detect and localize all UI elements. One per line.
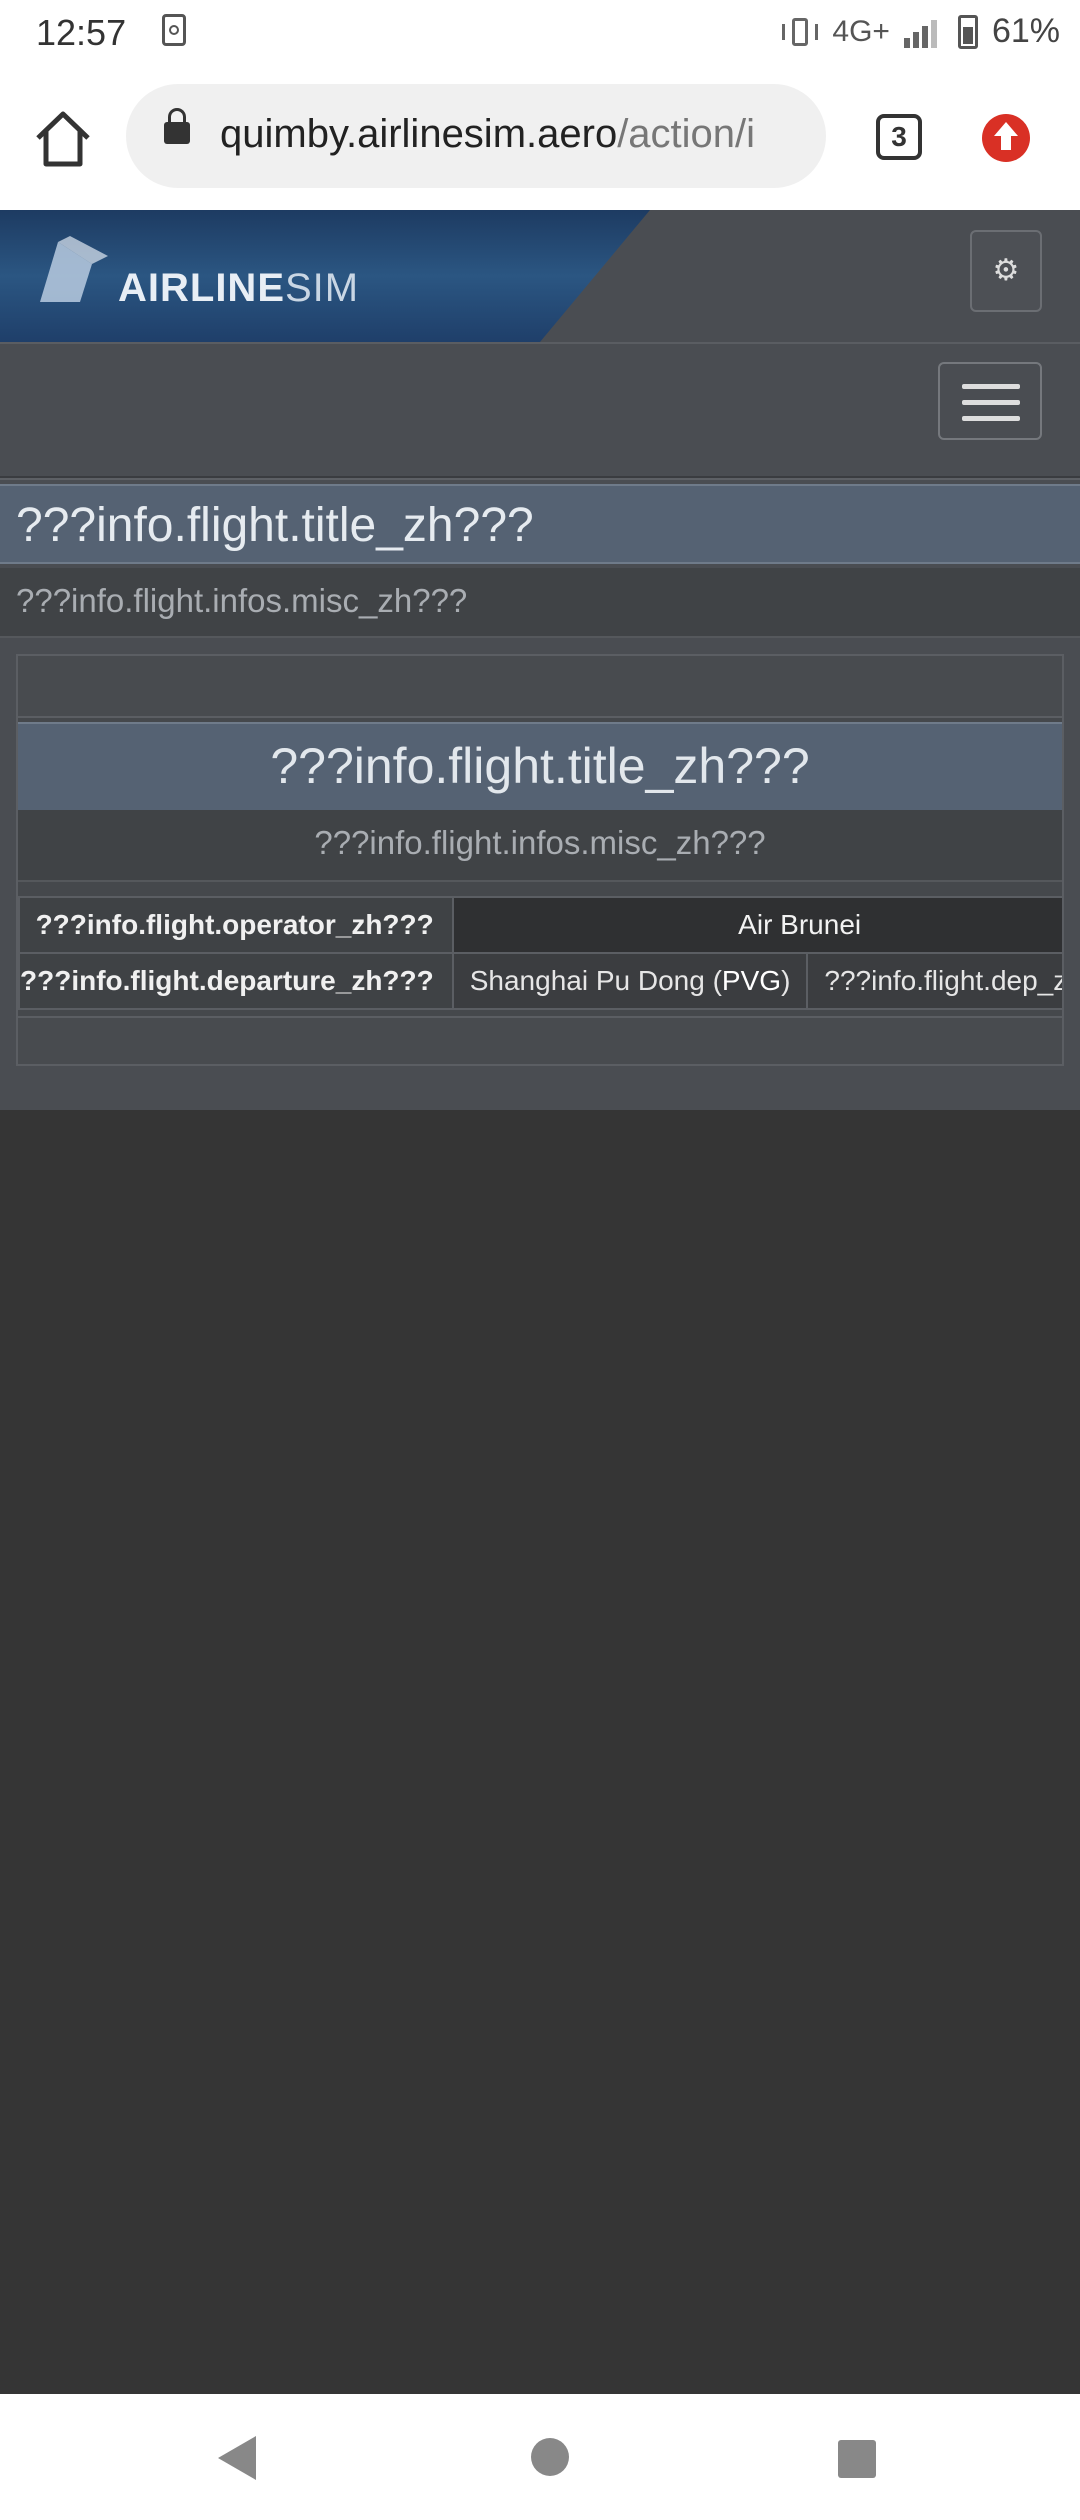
url-path: /action/i [617,112,756,156]
browser-toolbar: quimby.airlinesim.aero/action/i 3 [0,64,1080,210]
logo-mark-icon [40,236,108,302]
gear-icon: ⚙ [992,254,1020,287]
operator-value[interactable]: Air Brunei [451,896,1062,954]
departure-suffix: ) [781,965,791,996]
signal-icon [903,16,944,48]
url-bar[interactable]: quimby.airlinesim.aero/action/i [126,84,826,188]
flight-info-box: ???info.flight.title_zh??? ???info.fligh… [16,654,1064,1066]
table-row: ???info.flight.departure_zh??? Shanghai … [18,952,1062,1010]
status-time: 12:57 [36,12,127,53]
home-icon[interactable] [28,104,98,174]
site-nav-bar [0,344,1080,478]
site-header: AIRLINESIM ⚙ [0,210,1080,344]
departure-airport: Shanghai Pu Dong ( [469,965,722,996]
recents-icon[interactable] [838,2440,876,2478]
status-bar: 12:57 4G+ 61% [0,0,1080,64]
network-type: 4G+ [832,14,890,48]
departure-value[interactable]: Shanghai Pu Dong (PVG) [451,952,809,1010]
box-subtitle: ???info.flight.infos.misc_zh??? [18,810,1062,882]
logo-text: AIRLINESIM [118,266,359,311]
box-footer [18,1016,1062,1064]
operator-label: ???info.flight.operator_zh??? [18,896,454,954]
system-nav-bar [0,2394,1080,2520]
home-circle-icon[interactable] [531,2438,569,2476]
logo-text-bold: AIRLINE [118,266,285,310]
page-title: ???info.flight.title_zh??? [0,484,1080,564]
table-row: ???info.flight.operator_zh??? Air Brunei [18,896,1062,954]
box-title: ???info.flight.title_zh??? [18,722,1062,812]
battery-percent: 61% [991,12,1060,50]
sim-card-icon [162,14,186,46]
url-host: quimby.airlinesim.aero [220,112,618,156]
vibrate-icon [782,17,819,46]
logo-text-thin: SIM [285,266,360,310]
tabs-button[interactable]: 3 [876,114,922,160]
settings-button[interactable]: ⚙ [970,230,1042,312]
logo-banner[interactable]: AIRLINESIM [0,210,650,342]
update-icon[interactable] [982,114,1030,162]
status-icons: 4G+ 61% [782,12,1060,51]
flight-info-panel: ???info.flight.title_zh??? ???info.fligh… [0,478,1080,1110]
departure-label: ???info.flight.departure_zh??? [18,952,454,1010]
box-header [18,656,1062,718]
departure-code: PVG [721,965,782,996]
hamburger-menu-button[interactable] [938,362,1042,440]
back-icon[interactable] [218,2436,256,2480]
lock-icon [164,108,190,144]
battery-icon [957,14,978,49]
departure-extra: ???info.flight.dep_zh??? [806,952,1062,1010]
page-subtitle: ???info.flight.infos.misc_zh??? [0,568,1080,638]
url-text[interactable]: quimby.airlinesim.aero/action/i [220,112,755,157]
flight-info-table: ???info.flight.operator_zh??? Air Brunei… [18,896,1062,1010]
